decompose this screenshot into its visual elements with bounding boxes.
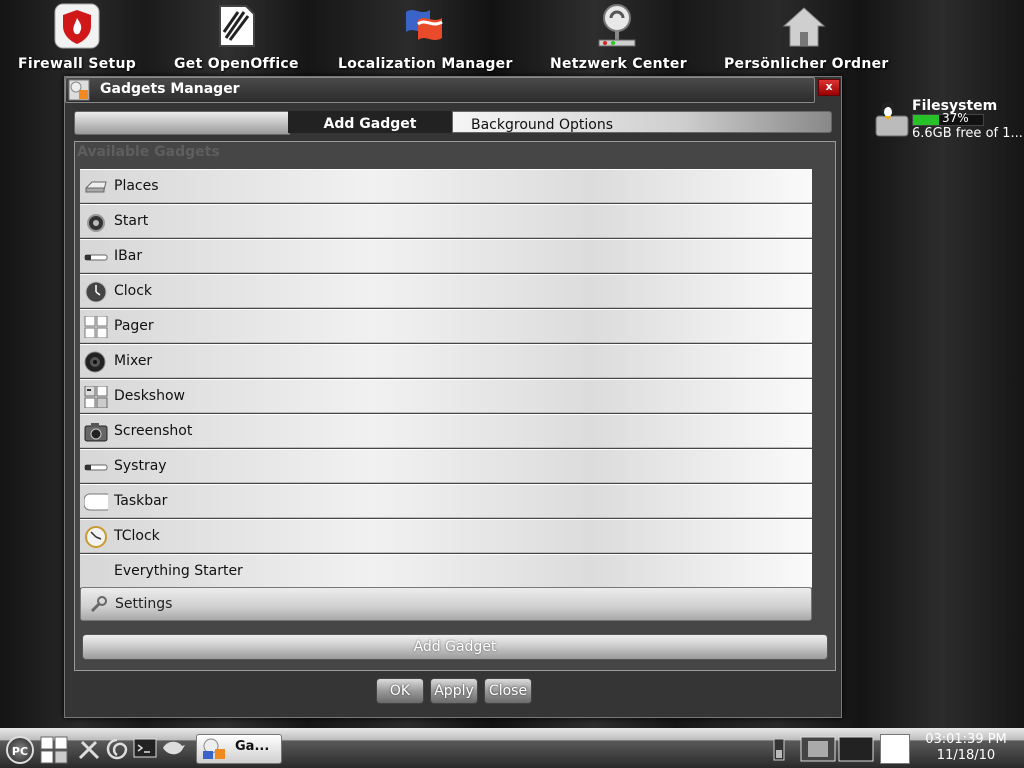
gadget-label: Clock <box>114 283 153 299</box>
desktop-icon-network[interactable]: Netzwerk Center <box>550 2 687 72</box>
gadget-label: Mixer <box>114 353 153 369</box>
swirl-icon[interactable] <box>104 736 130 762</box>
taskbar-window-label: Ga... <box>235 739 270 754</box>
tab-background-options[interactable]: Background Options <box>452 111 832 133</box>
close-button[interactable]: Close <box>484 678 532 704</box>
ok-button[interactable]: OK <box>376 678 424 704</box>
drive-icon <box>85 181 107 193</box>
tab-spacer <box>74 111 290 135</box>
bar-icon <box>84 254 108 261</box>
tclock-icon <box>85 526 107 548</box>
systray-icon <box>84 464 108 471</box>
list-item[interactable]: Pager <box>80 309 812 343</box>
list-item[interactable]: Deskshow <box>80 379 812 413</box>
taskbar: PC Ga... 03:01:39 PM 11/18/10 <box>0 728 1024 768</box>
terminal-icon[interactable] <box>132 736 158 762</box>
gadget-label: Systray <box>114 458 167 474</box>
desktop-icon-openoffice[interactable]: Get OpenOffice <box>174 2 299 72</box>
pager-icon <box>84 316 108 338</box>
desktop-icon-label: Firewall Setup <box>18 56 137 72</box>
filesystem-percent: 37% <box>942 111 969 125</box>
desktop-icon-label: Netzwerk Center <box>550 56 687 72</box>
tools-icon[interactable] <box>76 736 102 762</box>
firewall-shield-icon <box>54 3 100 49</box>
panel-header: Available Gadgets <box>77 144 220 160</box>
add-gadget-button[interactable]: Add Gadget <box>82 634 828 660</box>
list-item[interactable]: TClock <box>80 519 812 553</box>
camera-icon <box>84 423 108 442</box>
gadget-label: TClock <box>114 528 160 544</box>
network-icon <box>598 4 636 47</box>
speaker-icon <box>84 351 106 373</box>
tab-add-gadget[interactable]: Add Gadget <box>288 111 452 133</box>
gadget-label: Places <box>114 178 159 194</box>
settings-label: Settings <box>115 596 173 612</box>
home-folder-icon <box>782 7 826 47</box>
gadget-label: Screenshot <box>114 423 193 439</box>
taskbar-icon <box>84 493 108 511</box>
show-desktop-button[interactable] <box>880 734 910 764</box>
battery-icon[interactable] <box>772 736 786 762</box>
desktop-icon-label: Persönlicher Ordner <box>724 56 889 72</box>
desktop-pager-1[interactable] <box>800 736 836 762</box>
desktop-icon-home-folder[interactable]: Persönlicher Ordner <box>724 2 888 72</box>
list-item[interactable]: Screenshot <box>80 414 812 448</box>
gadgets-app-icon <box>203 738 225 759</box>
bird-icon[interactable] <box>160 736 186 762</box>
apply-button[interactable]: Apply <box>430 678 478 704</box>
linux-drive-icon <box>875 102 909 137</box>
list-item[interactable]: Start <box>80 204 812 238</box>
window-close-button[interactable]: x <box>818 79 840 96</box>
desktop-icon-localization[interactable]: Localization Manager <box>338 2 513 72</box>
list-item[interactable]: Places <box>80 169 812 203</box>
gadget-list: Places Start IBar Clock Pager Mixer Desk… <box>80 169 812 589</box>
start-icon <box>87 214 105 232</box>
list-item[interactable]: Taskbar <box>80 484 812 518</box>
desktop-icon-firewall[interactable]: Firewall Setup <box>18 2 136 72</box>
window-titlebar[interactable]: Gadgets Manager <box>65 77 815 103</box>
gadget-label: IBar <box>114 248 143 264</box>
clock-icon <box>85 281 107 303</box>
gadgets-app-icon <box>68 79 90 101</box>
gadget-label: Start <box>114 213 149 229</box>
start-button[interactable]: PC <box>6 736 34 764</box>
available-gadgets-panel: Available Gadgets Places Start IBar Cloc… <box>74 141 836 671</box>
list-item[interactable]: Clock <box>80 274 812 308</box>
gadget-label: Everything Starter <box>114 563 243 579</box>
gadget-label: Deskshow <box>114 388 185 404</box>
wrench-icon <box>90 596 107 613</box>
gadget-label: Taskbar <box>114 493 168 509</box>
pager-icon[interactable] <box>40 736 68 764</box>
desktop-icon-label: Localization Manager <box>338 56 513 72</box>
taskbar-window-gadgets[interactable]: Ga... <box>196 734 282 764</box>
gadgets-manager-window: Gadgets Manager x Add Gadget Background … <box>64 76 842 718</box>
openoffice-icon <box>219 5 255 47</box>
gadget-label: Pager <box>114 318 154 334</box>
clock-time: 03:01:39 PM <box>925 732 1007 747</box>
localization-flags-icon <box>406 10 443 40</box>
list-item[interactable]: Everything Starter <box>80 554 812 588</box>
deskshow-icon <box>84 386 108 408</box>
window-title: Gadgets Manager <box>100 81 240 97</box>
list-item[interactable]: Mixer <box>80 344 812 378</box>
filesystem-free: 6.6GB free of 1... <box>912 126 1023 141</box>
tab-bar: Add Gadget Background Options <box>74 111 834 135</box>
desktop-pager-2[interactable] <box>838 736 874 762</box>
list-item[interactable]: IBar <box>80 239 812 273</box>
list-item[interactable]: Systray <box>80 449 812 483</box>
clock-date: 11/18/10 <box>936 748 996 763</box>
taskbar-clock[interactable]: 03:01:39 PM 11/18/10 <box>920 732 1012 764</box>
settings-expander[interactable]: Settings <box>80 587 812 621</box>
desktop-icon-label: Get OpenOffice <box>174 56 299 72</box>
